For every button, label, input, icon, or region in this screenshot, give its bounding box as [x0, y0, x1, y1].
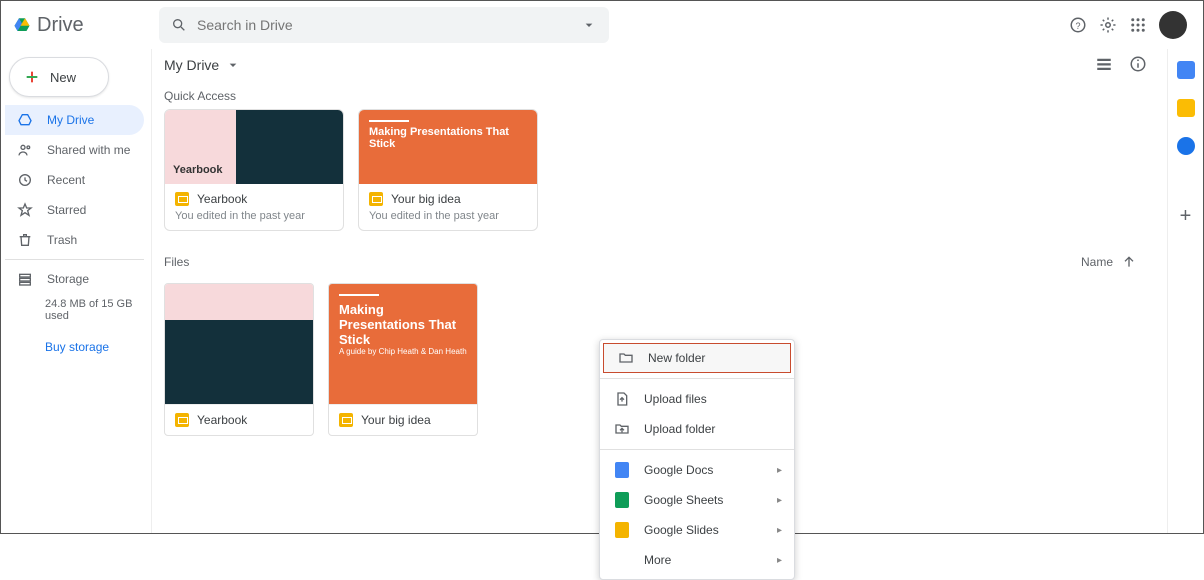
search-icon: [171, 17, 187, 33]
file-card[interactable]: Making Presentations That Stick A guide …: [328, 283, 478, 436]
app-header: Drive ?: [1, 1, 1203, 49]
menu-item-google-docs[interactable]: Google Docs ▸: [600, 455, 794, 485]
file-subtitle: You edited in the past year: [175, 210, 333, 222]
chevron-right-icon: ▸: [777, 465, 782, 476]
sidebar-item-label: Recent: [47, 173, 85, 187]
drive-icon: [17, 112, 33, 128]
thumbnail: Yearbook: [165, 110, 343, 184]
breadcrumb-current: My Drive: [164, 57, 219, 73]
chevron-right-icon: ▸: [777, 495, 782, 506]
file-upload-icon: [614, 391, 630, 407]
calendar-icon[interactable]: [1177, 61, 1195, 79]
menu-item-label: More: [644, 553, 671, 567]
sidebar-item-label: Starred: [47, 203, 86, 217]
breadcrumb[interactable]: My Drive: [164, 53, 1151, 83]
slides-icon: [175, 413, 189, 427]
info-icon[interactable]: [1129, 55, 1147, 73]
quick-access-card[interactable]: Making Presentations That Stick Your big…: [358, 109, 538, 231]
file-subtitle: You edited in the past year: [369, 210, 527, 222]
slides-icon: [369, 192, 383, 206]
sidebar-item-storage[interactable]: Storage: [5, 264, 144, 294]
file-title: Your big idea: [361, 413, 431, 427]
slides-icon: [175, 192, 189, 206]
clock-icon: [17, 172, 33, 188]
menu-item-upload-files[interactable]: Upload files: [600, 384, 794, 414]
sidebar-item-recent[interactable]: Recent: [5, 165, 144, 195]
folder-plus-icon: [618, 350, 634, 366]
folder-upload-icon: [614, 421, 630, 437]
menu-item-new-folder[interactable]: New folder: [603, 343, 791, 373]
buy-storage-link[interactable]: Buy storage: [5, 326, 144, 358]
menu-item-label: Upload folder: [644, 422, 715, 436]
search-box[interactable]: [159, 7, 609, 43]
trash-icon: [17, 232, 33, 248]
menu-item-google-sheets[interactable]: Google Sheets ▸: [600, 485, 794, 515]
caret-down-icon[interactable]: [581, 17, 597, 33]
menu-item-label: Upload files: [644, 392, 707, 406]
logo-area[interactable]: Drive: [9, 14, 159, 37]
menu-item-google-slides[interactable]: Google Slides ▸: [600, 515, 794, 545]
storage-usage: 24.8 MB of 15 GB used: [5, 294, 144, 326]
file-title: Your big idea: [391, 192, 461, 206]
sort-column-label: Name: [1081, 255, 1113, 269]
sidebar-item-starred[interactable]: Starred: [5, 195, 144, 225]
file-card[interactable]: Yearbook: [164, 283, 314, 436]
slides-icon: [339, 413, 353, 427]
storage-label: Storage: [47, 272, 89, 286]
slides-icon: [614, 522, 630, 538]
sheets-icon: [614, 492, 630, 508]
sidebar-item-label: Trash: [47, 233, 77, 247]
star-icon: [17, 202, 33, 218]
file-title: Yearbook: [197, 192, 247, 206]
drive-logo-icon: [13, 16, 31, 34]
apps-grid-icon[interactable]: [1129, 16, 1147, 34]
svg-text:?: ?: [1075, 21, 1080, 31]
context-menu: New folder Upload files Upload folder Go…: [599, 339, 795, 580]
people-icon: [17, 142, 33, 158]
sidebar: New My Drive Shared with me Recent Starr…: [1, 49, 151, 533]
menu-item-label: Google Sheets: [644, 493, 723, 507]
app-name: Drive: [37, 14, 84, 37]
thumbnail: Making Presentations That Stick A guide …: [329, 284, 477, 404]
docs-icon: [614, 462, 630, 478]
gear-icon[interactable]: [1099, 16, 1117, 34]
thumbnail: Making Presentations That Stick: [359, 110, 537, 184]
menu-item-label: Google Slides: [644, 523, 719, 537]
file-title: Yearbook: [197, 413, 247, 427]
sort-column[interactable]: Name: [1081, 254, 1137, 270]
help-icon[interactable]: ?: [1069, 16, 1087, 34]
keep-icon[interactable]: [1177, 99, 1195, 117]
account-avatar[interactable]: [1159, 11, 1187, 39]
sidebar-item-shared[interactable]: Shared with me: [5, 135, 144, 165]
sidebar-item-label: Shared with me: [47, 143, 130, 157]
storage-icon: [17, 271, 33, 287]
menu-item-label: New folder: [648, 351, 705, 365]
header-actions: ?: [1069, 11, 1195, 39]
list-view-icon[interactable]: [1095, 55, 1113, 73]
chevron-right-icon: ▸: [777, 555, 782, 566]
side-panel: +: [1167, 49, 1203, 533]
sidebar-item-label: My Drive: [47, 113, 94, 127]
quick-access-card[interactable]: Yearbook Yearbook You edited in the past…: [164, 109, 344, 231]
add-addon-icon[interactable]: +: [1180, 205, 1192, 228]
files-label: Files: [164, 249, 189, 275]
caret-down-icon: [225, 57, 241, 73]
sidebar-item-trash[interactable]: Trash: [5, 225, 144, 255]
search-input[interactable]: [197, 17, 571, 33]
menu-item-more[interactable]: More ▸: [600, 545, 794, 575]
arrow-up-icon: [1121, 254, 1137, 270]
plus-icon: [24, 69, 40, 85]
thumbnail: [165, 284, 313, 404]
tasks-icon[interactable]: [1177, 137, 1195, 155]
new-button[interactable]: New: [9, 57, 109, 97]
quick-access-label: Quick Access: [164, 83, 1151, 109]
menu-item-upload-folder[interactable]: Upload folder: [600, 414, 794, 444]
sidebar-item-my-drive[interactable]: My Drive: [5, 105, 144, 135]
new-button-label: New: [50, 70, 76, 85]
menu-item-label: Google Docs: [644, 463, 713, 477]
